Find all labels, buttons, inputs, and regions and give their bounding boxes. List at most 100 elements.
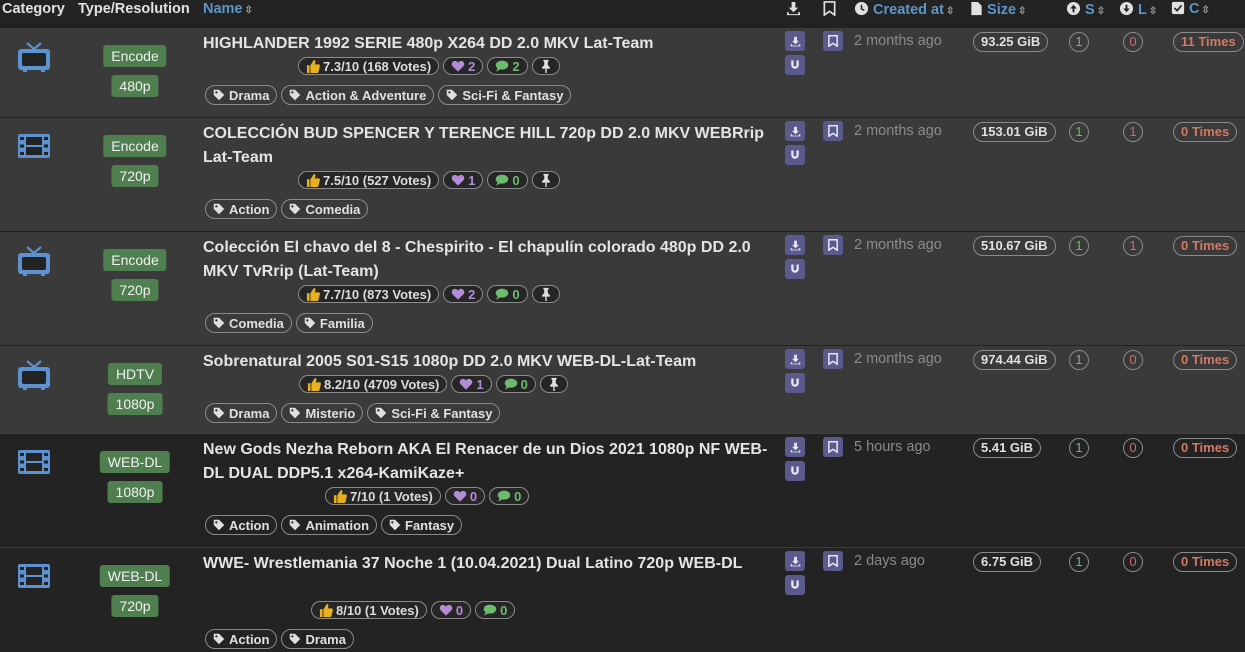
rating-pill[interactable]: 7/10 (1 Votes) [325, 487, 441, 505]
genre-tag[interactable]: Comedia [281, 199, 369, 219]
leechers-badge[interactable]: 0 [1123, 350, 1143, 370]
torrent-name-link[interactable]: COLECCIÓN BUD SPENCER Y TERENCE HILL 720… [203, 122, 768, 170]
seeders-badge[interactable]: 1 [1069, 122, 1089, 142]
genre-tag[interactable]: Fantasy [381, 515, 463, 535]
header-seeders-sort[interactable]: S ⇳ [1066, 1, 1105, 18]
download-button[interactable] [785, 437, 805, 457]
leechers-badge[interactable]: 0 [1123, 32, 1143, 52]
rating-pill[interactable]: 8/10 (1 Votes) [311, 601, 427, 619]
type-badge[interactable]: Encode [103, 249, 167, 271]
bookmark-button[interactable] [823, 31, 843, 51]
genre-tag[interactable]: Action [205, 199, 278, 219]
header-created-sort[interactable]: Created at ⇳ [854, 1, 954, 18]
resolution-badge[interactable]: 1080p [107, 481, 163, 503]
seeders-badge[interactable]: 1 [1069, 350, 1089, 370]
genre-tag[interactable]: Sci-Fi & Fantasy [438, 85, 572, 105]
leechers-badge[interactable]: 1 [1123, 122, 1143, 142]
download-button[interactable] [785, 349, 805, 369]
magnet-button[interactable] [785, 145, 805, 165]
completed-badge[interactable]: 11 Times [1173, 32, 1244, 52]
resolution-badge[interactable]: 720p [111, 279, 159, 301]
genre-tag[interactable]: Sci-Fi & Fantasy [367, 403, 501, 423]
comments-pill[interactable]: 0 [489, 487, 530, 505]
download-button[interactable] [785, 121, 805, 141]
type-badge[interactable]: WEB-DL [99, 565, 171, 587]
rating-pill[interactable]: 7.3/10 (168 Votes) [298, 57, 440, 75]
magnet-button[interactable] [785, 461, 805, 481]
genre-tag[interactable]: Misterio [281, 403, 364, 423]
header-name-sort[interactable]: Name ⇳ [203, 1, 253, 17]
torrent-name-link[interactable]: Sobrenatural 2005 S01-S15 1080p DD 2.0 M… [203, 350, 768, 374]
genre-tag[interactable]: Drama [205, 403, 278, 423]
genre-tag[interactable]: Comedia [205, 313, 292, 333]
header-completed-sort[interactable]: C ⇳ [1171, 1, 1210, 17]
film-icon[interactable] [16, 558, 52, 594]
completed-badge[interactable]: 0 Times [1173, 350, 1238, 370]
completed-badge[interactable]: 0 Times [1173, 122, 1238, 142]
comments-pill[interactable]: 0 [495, 375, 536, 393]
torrent-name-link[interactable]: HIGHLANDER 1992 SERIE 480p X264 DD 2.0 M… [203, 32, 768, 56]
magnet-button[interactable] [785, 575, 805, 595]
bookmark-button[interactable] [823, 551, 843, 571]
completed-badge[interactable]: 0 Times [1173, 438, 1238, 458]
resolution-badge[interactable]: 480p [111, 75, 159, 97]
type-badge[interactable]: Encode [103, 45, 167, 67]
genre-list: Action Animation Fantasy [205, 515, 463, 535]
bookmark-button[interactable] [823, 121, 843, 141]
header-leechers-sort[interactable]: L ⇳ [1119, 1, 1157, 18]
rating-pill[interactable]: 7.5/10 (527 Votes) [298, 171, 440, 189]
bookmark-button[interactable] [823, 437, 843, 457]
likes-pill[interactable]: 1 [443, 171, 484, 189]
genre-tag[interactable]: Drama [205, 85, 278, 105]
type-badge[interactable]: HDTV [107, 363, 163, 385]
seeders-badge[interactable]: 1 [1069, 552, 1089, 572]
magnet-button[interactable] [785, 259, 805, 279]
download-button[interactable] [785, 235, 805, 255]
seeders-badge[interactable]: 1 [1069, 438, 1089, 458]
type-badge[interactable]: Encode [103, 135, 167, 157]
film-icon[interactable] [16, 444, 52, 480]
film-icon[interactable] [16, 128, 52, 164]
rating-pill[interactable]: 8.2/10 (4709 Votes) [299, 375, 448, 393]
completed-badge[interactable]: 0 Times [1173, 236, 1238, 256]
leechers-badge[interactable]: 0 [1123, 552, 1143, 572]
seeders-badge[interactable]: 1 [1069, 236, 1089, 256]
genre-tag[interactable]: Familia [295, 313, 373, 333]
torrent-name-link[interactable]: New Gods Nezha Reborn AKA El Renacer de … [203, 438, 768, 486]
bookmark-button[interactable] [823, 235, 843, 255]
comments-pill[interactable]: 0 [487, 171, 528, 189]
comments-pill[interactable]: 0 [487, 285, 528, 303]
torrent-name-link[interactable]: WWE- Wrestlemania 37 Noche 1 (10.04.2021… [203, 552, 768, 576]
genre-tag[interactable]: Action [205, 629, 278, 649]
seeders-badge[interactable]: 1 [1069, 32, 1089, 52]
bookmark-button[interactable] [823, 349, 843, 369]
header-size-sort[interactable]: Size ⇳ [970, 1, 1026, 18]
likes-pill[interactable]: 1 [451, 375, 492, 393]
likes-pill[interactable]: 2 [443, 285, 484, 303]
tv-icon[interactable] [16, 356, 52, 392]
leechers-badge[interactable]: 1 [1123, 236, 1143, 256]
type-badge[interactable]: WEB-DL [99, 451, 171, 473]
completed-badge[interactable]: 0 Times [1173, 552, 1238, 572]
download-button[interactable] [785, 551, 805, 571]
resolution-badge[interactable]: 720p [111, 595, 159, 617]
genre-tag[interactable]: Animation [281, 515, 378, 535]
rating-pill[interactable]: 7.7/10 (873 Votes) [298, 285, 440, 303]
comments-pill[interactable]: 0 [475, 601, 516, 619]
comments-pill[interactable]: 2 [487, 57, 528, 75]
genre-tag[interactable]: Drama [281, 629, 354, 649]
genre-tag[interactable]: Action & Adventure [281, 85, 435, 105]
tv-icon[interactable] [16, 242, 52, 278]
likes-pill[interactable]: 0 [430, 601, 472, 619]
tv-icon[interactable] [16, 38, 52, 74]
genre-tag[interactable]: Action [205, 515, 278, 535]
likes-pill[interactable]: 2 [443, 57, 484, 75]
likes-pill[interactable]: 0 [444, 487, 486, 505]
resolution-badge[interactable]: 1080p [107, 393, 163, 415]
resolution-badge[interactable]: 720p [111, 165, 159, 187]
magnet-button[interactable] [785, 55, 805, 75]
download-button[interactable] [785, 31, 805, 51]
magnet-button[interactable] [785, 373, 805, 393]
leechers-badge[interactable]: 0 [1123, 438, 1143, 458]
torrent-name-link[interactable]: Colección El chavo del 8 - Chespirito - … [203, 236, 768, 284]
